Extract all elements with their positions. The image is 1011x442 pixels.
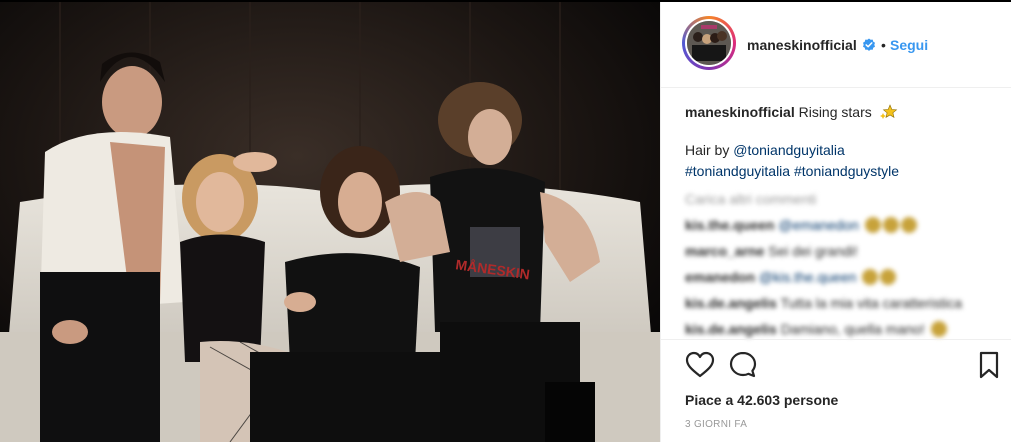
story-ring[interactable] [682,16,736,70]
comment-item: kis.the.queen @emanedon [685,215,985,241]
caption-hashtags: #toniandguyitalia #toniandguystyle [685,162,899,180]
sparkle-star-icon [879,104,897,119]
follow-separator: • [881,37,886,53]
post-photo[interactable]: MÅNESKIN [0,2,660,442]
likes-suffix: persone [783,392,839,408]
avatar[interactable] [685,19,733,67]
follow-button[interactable]: Segui [890,37,928,53]
verified-badge-icon [863,38,875,51]
comment-item: kis.de.angelis Tutta la mia vita caratte… [685,293,985,319]
emoji-icon [882,217,899,233]
comment-text: Sei dei grandi! [768,243,858,259]
hashtag-link[interactable]: #toniandguyitalia [685,163,790,179]
emoji-icon [862,269,879,285]
comment-icon[interactable] [728,350,758,380]
post-timestamp[interactable]: 3 giorni fa [685,419,747,430]
likes-summary[interactable]: Piace a 42.603 persone [685,392,838,408]
comment-username[interactable]: kis.de.angelis [685,321,777,337]
comment-username[interactable]: emanedon [685,269,755,285]
post-details-panel: maneskinofficial • Segui maneskinofficia… [660,2,1011,442]
load-more-comments[interactable]: Carica altri commenti [685,190,985,215]
comment-item: marco_arne Sei dei grandi! [685,241,985,267]
header-username[interactable]: maneskinofficial [747,37,857,53]
emoji-icon [900,217,917,233]
comment-username[interactable]: kis.the.queen [685,217,774,233]
emoji-icon [880,269,897,285]
bookmark-icon[interactable] [974,350,1004,380]
emoji-icon [864,217,881,233]
caption: maneskinofficial Rising stars [685,103,995,121]
caption-hair-credit: Hair by @toniandguyitalia [685,141,845,159]
hashtag-link[interactable]: #toniandguystyle [794,163,899,179]
mention-link[interactable]: @toniandguyitalia [733,142,845,158]
likes-prefix: Piace a [685,392,734,408]
likes-count: 42.603 [737,392,780,408]
caption-text: Rising stars [798,104,872,120]
comment-mention[interactable]: @emanedon [778,217,858,233]
comment-username[interactable]: kis.de.angelis [685,295,777,311]
band-photo-illustration: MÅNESKIN [0,2,660,442]
comment-text: Damiano, quella mano! [780,321,925,337]
heart-icon[interactable] [685,350,715,380]
hair-prefix: Hair by [685,142,730,158]
comment-username[interactable]: marco_arne [685,243,764,259]
comment-item: emanedon @kis.the.queen [685,267,985,293]
post-header: maneskinofficial • Segui [661,2,1011,88]
post-actions: Piace a 42.603 persone 3 giorni fa [661,339,1011,439]
avatar-image [687,21,731,65]
comment-text: Tutta la mia vita caratteristica [780,295,963,311]
comment-mention[interactable]: @kis.the.queen [759,269,857,285]
comments-list: Carica altri commenti kis.the.queen @ema… [685,190,985,345]
emoji-icon [930,321,947,337]
caption-username[interactable]: maneskinofficial [685,104,795,120]
